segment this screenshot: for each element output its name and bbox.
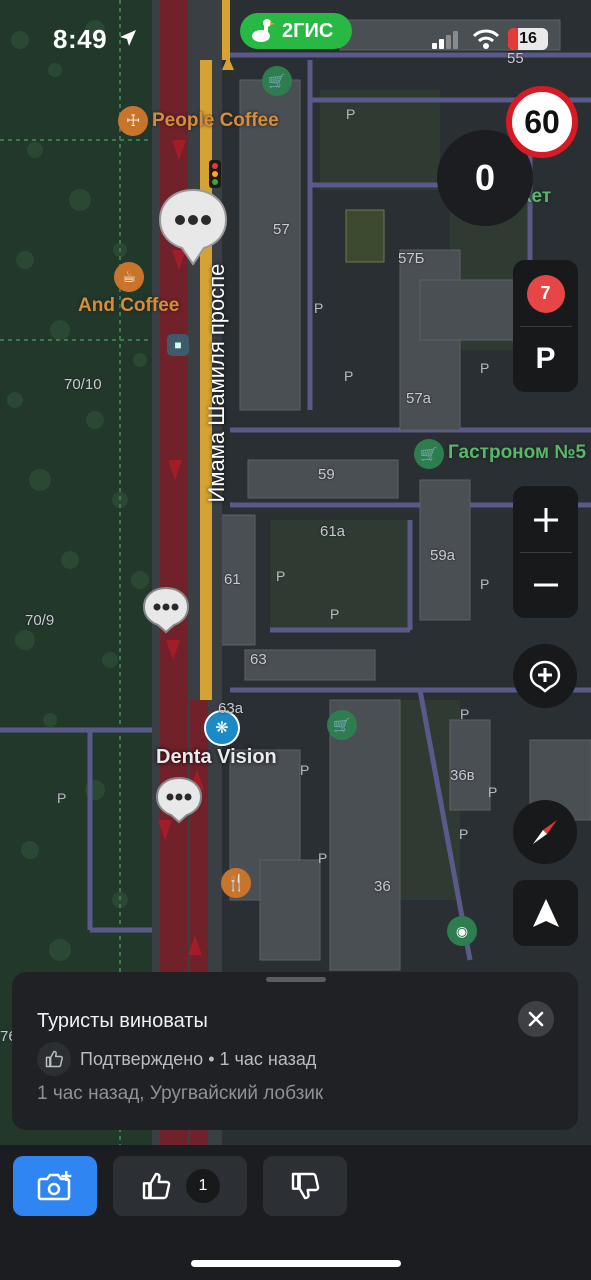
event-chat-icon[interactable] (158, 188, 228, 266)
poi-denta-vision[interactable]: Denta Vision (156, 746, 277, 769)
building-number: 70/10 (64, 376, 102, 393)
events-button[interactable]: 7 (526, 262, 565, 326)
events-count-badge: 7 (526, 274, 565, 313)
navigation-arrow-icon (532, 899, 559, 927)
parking-button[interactable]: P (535, 327, 555, 391)
building-number: 63а (218, 700, 244, 717)
building-number: 36в (450, 767, 475, 784)
zoom-out-button[interactable] (513, 553, 578, 617)
clock: 8:49 (53, 24, 108, 54)
add-photo-button[interactable] (13, 1156, 97, 1216)
speed-limit-sign: 60 (506, 86, 578, 158)
building-number: 57а (406, 390, 432, 407)
app-badge[interactable]: 2ГИС (240, 13, 352, 49)
add-comment-icon (529, 660, 561, 693)
building-number: 63 (250, 651, 267, 668)
zoom-in-button[interactable] (513, 488, 578, 552)
camera-plus-icon (37, 1171, 72, 1201)
building-number: 70/9 (25, 612, 55, 629)
locate-me-button[interactable] (513, 880, 578, 946)
parking-marker: P (300, 762, 310, 778)
close-icon (528, 1011, 544, 1027)
cellular-signal-icon (432, 31, 458, 49)
navigator-screen: ☩ People Coffee ☕ And Coffee 🛒 кет 🛒 Гас… (0, 0, 591, 1280)
status-bar: 8:49 2ГИС 16 (0, 0, 591, 78)
home-indicator[interactable] (191, 1260, 401, 1267)
compass-button[interactable] (513, 800, 577, 864)
shop-cart-icon[interactable]: 🛒 (327, 710, 357, 740)
parking-marker: P (344, 368, 354, 384)
goose-logo-icon (252, 19, 275, 42)
poi-gastronom[interactable]: Гастроном №5 (448, 442, 586, 464)
building-number: 36 (374, 878, 391, 895)
poi-people-coffee[interactable]: People Coffee (152, 110, 279, 132)
zoom-panel (513, 486, 578, 618)
close-card-button[interactable] (518, 1001, 554, 1037)
cafe-icon[interactable]: ☩ (118, 106, 148, 136)
compass-icon (533, 820, 557, 844)
shop-cart-icon[interactable]: 🛒 (414, 439, 444, 469)
like-count: 1 (186, 1169, 220, 1203)
parking-marker: P (314, 300, 324, 316)
parking-marker: P (480, 360, 490, 376)
event-chat-icon[interactable] (142, 586, 190, 634)
app-badge-label: 2ГИС (282, 19, 334, 42)
thumbs-up-icon (142, 1172, 171, 1200)
minus-icon (533, 583, 558, 586)
parking-marker: P (57, 790, 67, 806)
bowl-icon[interactable]: ◉ (447, 916, 477, 946)
parking-marker: P (488, 784, 498, 800)
building-number: 57 (273, 221, 290, 238)
parking-marker: P (459, 826, 469, 842)
building-number: 61а (320, 523, 346, 540)
plus-icon (533, 507, 558, 532)
thumbs-down-icon (291, 1172, 320, 1200)
parking-marker: P (318, 850, 328, 866)
parking-marker: P (460, 706, 470, 722)
street-label: Имама Шамиля проспе (204, 263, 229, 503)
building-number: 59а (430, 547, 456, 564)
confirmed-thumb-icon (37, 1042, 71, 1076)
drag-handle[interactable] (266, 977, 326, 982)
event-confirmation: Подтверждено • 1 час назад (80, 1049, 317, 1069)
restaurant-icon[interactable]: 🍴 (221, 868, 251, 898)
location-arrow-icon (120, 30, 136, 46)
event-meta: 1 час назад, Уругвайский лобзик (37, 1083, 324, 1104)
battery-level: 16 (519, 30, 537, 47)
event-chat-icon[interactable] (155, 776, 203, 824)
poi-and-coffee[interactable]: And Coffee (78, 295, 179, 317)
parking-marker: P (480, 576, 490, 592)
parking-marker: P (276, 568, 286, 584)
wifi-icon (472, 29, 500, 49)
bus-stop-icon[interactable]: ■ (167, 334, 189, 356)
building-number: 57Б (398, 250, 425, 267)
like-button[interactable]: 1 (113, 1156, 247, 1216)
layers-panel: 7 P (513, 260, 578, 392)
parking-marker: P (346, 106, 356, 122)
add-event-button[interactable] (513, 644, 577, 708)
building-number: 61 (224, 571, 241, 588)
building-number: 59 (318, 466, 335, 483)
dislike-button[interactable] (263, 1156, 347, 1216)
battery-indicator: 16 (508, 28, 548, 50)
parking-marker: P (330, 606, 340, 622)
coffee-cup-icon[interactable]: ☕ (114, 262, 144, 292)
event-title: Туристы виноваты (37, 1010, 208, 1032)
